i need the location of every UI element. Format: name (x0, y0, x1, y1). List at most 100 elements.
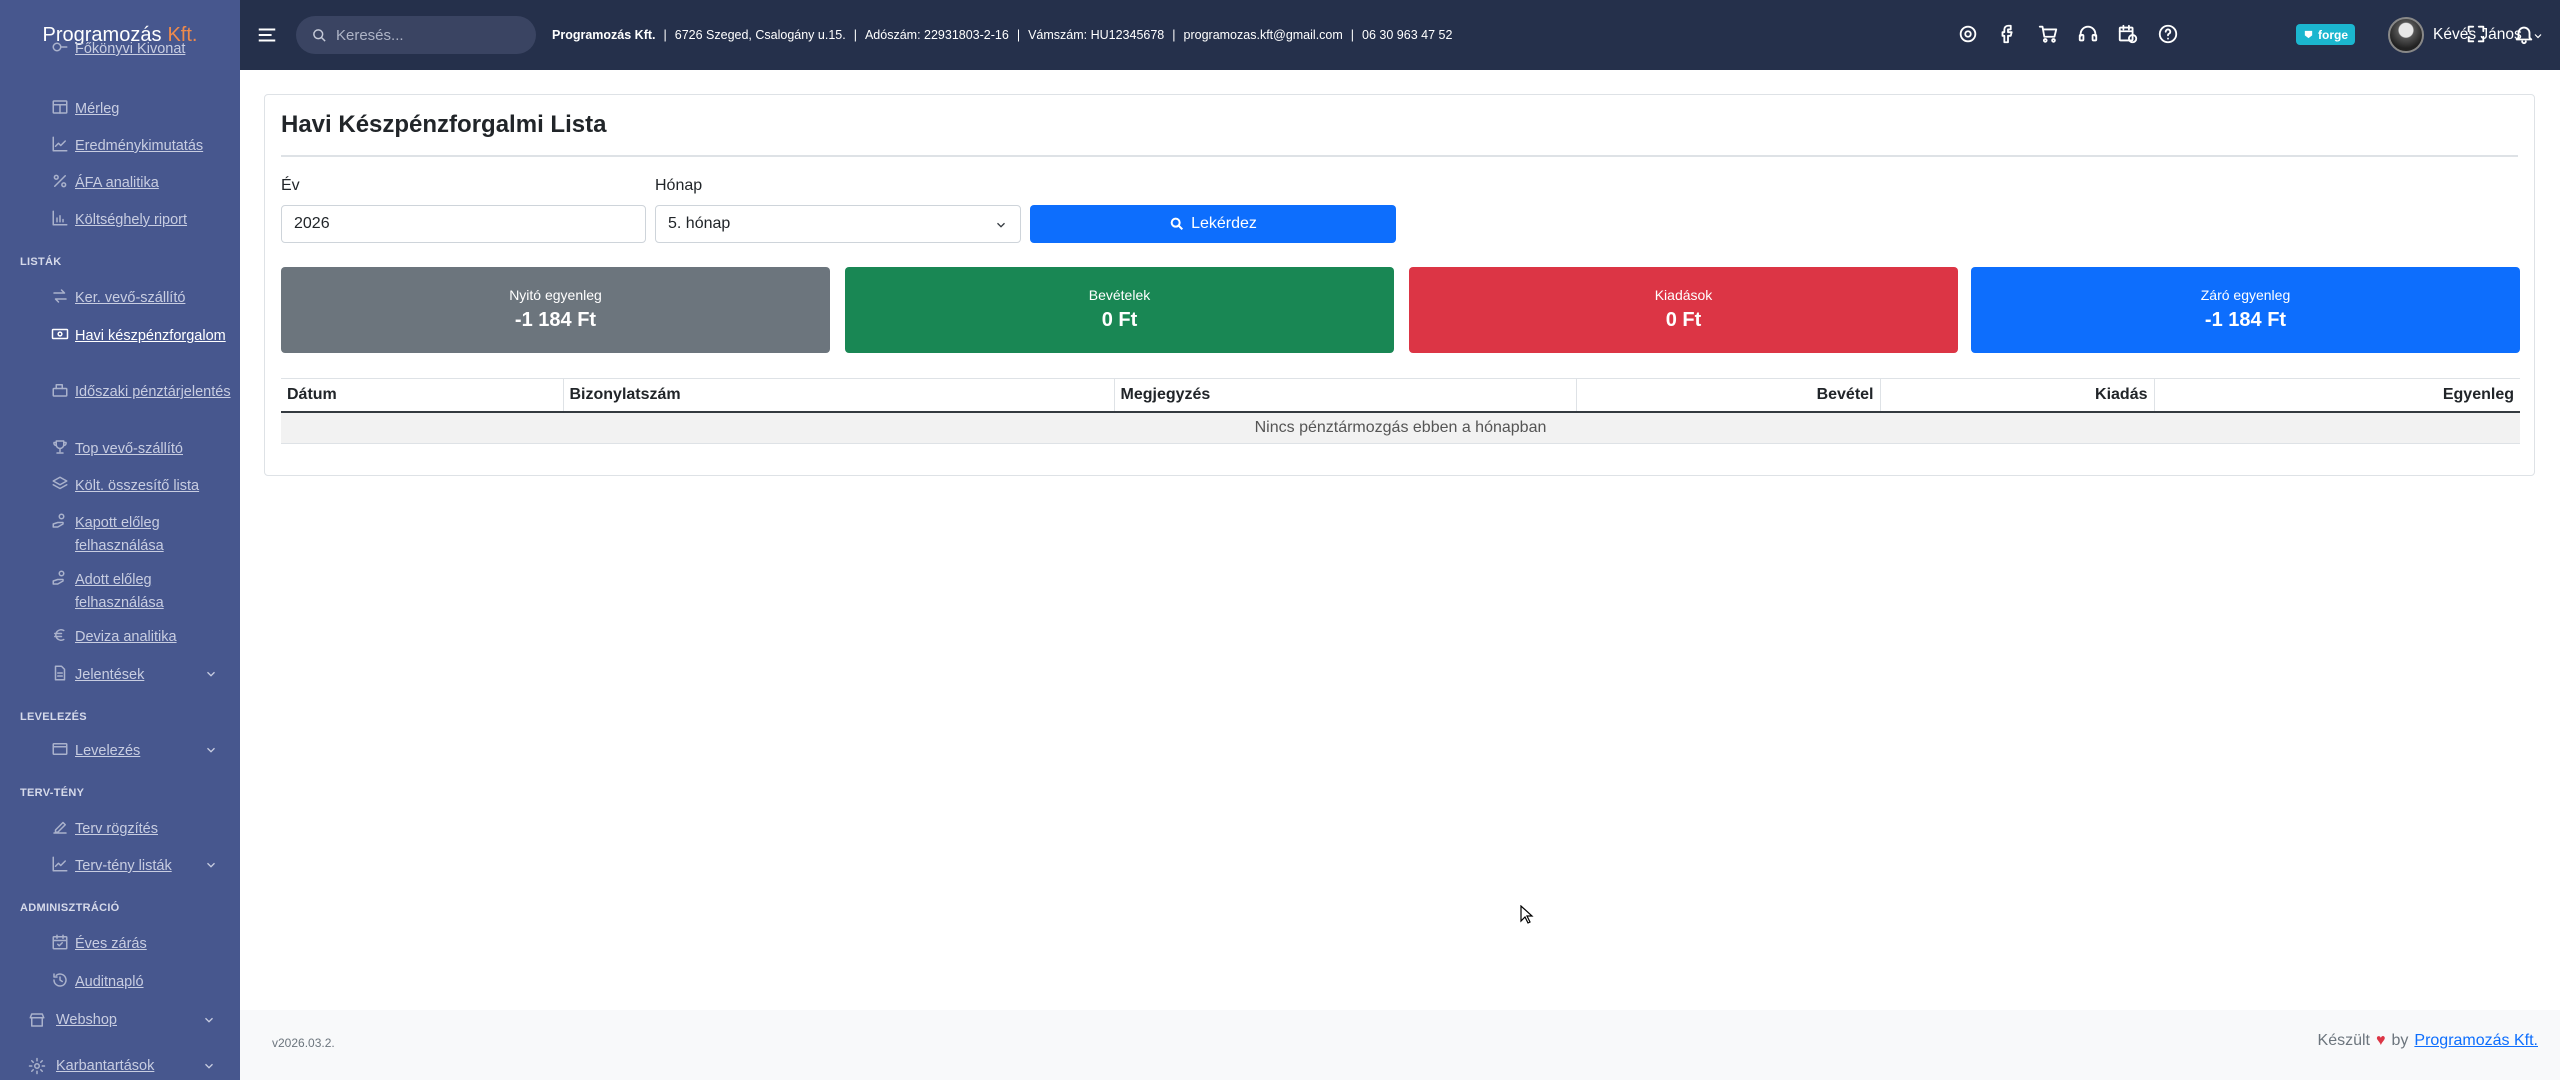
percent-icon (49, 172, 71, 190)
chevron-down-icon (202, 1059, 216, 1073)
sidebar-item-eves-zaras[interactable]: Éves zárás (50, 933, 235, 956)
topbar: Programozás Kft. | 6726 Szeged, Csalogán… (240, 0, 2560, 70)
year-input[interactable]: 2026 (281, 205, 646, 243)
user-menu[interactable]: Kévés János (2388, 17, 2544, 53)
company-address: 6726 Szeged, Csalogány u.15. (674, 28, 846, 42)
chevron-down-icon (204, 667, 218, 681)
empty-table-message: Nincs pénztármozgás ebben a hónapban (281, 411, 2520, 444)
company-tax-number: Adószám: 22931803-2-16 (864, 28, 1009, 42)
stat-title: Kiadások (1654, 287, 1713, 303)
sidebar-item-webshop[interactable]: Webshop (26, 1011, 213, 1029)
sidebar-item-kapott-eloleg[interactable]: Kapott előleg felhasználása (50, 512, 235, 558)
column-header-date[interactable]: Dátum (281, 378, 564, 413)
calendar-clock-icon[interactable] (2116, 22, 2140, 46)
search-box[interactable] (296, 16, 536, 54)
table-header-row: Dátum Bizonylatszám Megjegyzés Bevétel K… (281, 378, 2520, 413)
help-icon[interactable] (2156, 22, 2180, 46)
column-header-note[interactable]: Megjegyzés (1114, 378, 1577, 413)
chart-line-icon (49, 135, 71, 153)
company-phone: 06 30 963 47 52 (1362, 28, 1453, 42)
sidebar-item-afa-analitika[interactable]: ÁFA analitika (50, 172, 235, 195)
ledger-icon (49, 38, 71, 56)
money-icon (49, 325, 71, 343)
sidebar-item-label: Főkönyvi Kivonat (75, 41, 186, 57)
sidebar-item-levelezes[interactable]: Levelezés (50, 740, 235, 763)
sidebar-item-label: Eredménykimutatás (75, 138, 204, 154)
gear-icon (26, 1057, 48, 1075)
store-icon (26, 1011, 48, 1029)
sidebar-item-label: Deviza analitika (75, 629, 177, 645)
history-icon (49, 971, 71, 989)
sidebar-item-label: Mérleg (75, 101, 120, 117)
table-icon (49, 98, 71, 116)
sidebar-item-label: Havi készpénzforgalom (75, 328, 226, 344)
heart-icon: ♥ (2375, 1032, 2386, 1049)
stat-value: 0 Ft (1665, 309, 1702, 331)
avatar (2388, 17, 2424, 53)
menu-toggle-icon[interactable] (256, 24, 278, 46)
sidebar-item-merleg[interactable]: Mérleg (50, 98, 235, 121)
sidebar-item-deviza-analitika[interactable]: Deviza analitika (50, 626, 235, 649)
page-title: Havi Készpénzforgalmi Lista (281, 111, 607, 138)
column-header-document[interactable]: Bizonylatszám (563, 378, 1115, 413)
sidebar-item-idoszaki-penztarjelentes[interactable]: Időszaki pénztárjelentés (50, 381, 235, 404)
column-header-expense[interactable]: Kiadás (1880, 378, 2155, 413)
sidebar-item-eredmenykimutatas[interactable]: Eredménykimutatás (50, 135, 235, 158)
sidebar-item-label: ÁFA analitika (75, 175, 159, 191)
forge-badge[interactable]: forge (2296, 24, 2355, 45)
cash-register-icon (49, 381, 71, 399)
support-icon[interactable] (2076, 22, 2100, 46)
year-label: Év (281, 177, 300, 194)
trophy-icon (49, 438, 71, 456)
chevron-down-icon (202, 1013, 216, 1027)
facebook-icon[interactable] (1996, 22, 2020, 46)
sidebar-item-jelentesek[interactable]: Jelentések (50, 664, 235, 687)
column-header-income[interactable]: Bevétel (1576, 378, 1881, 413)
search-icon (313, 28, 326, 42)
calendar-check-icon (49, 933, 71, 951)
search-icon (1170, 217, 1184, 231)
settings-icon[interactable] (1956, 22, 1980, 46)
sidebar-item-fokonyvi-kivonat[interactable]: Főkönyvi Kivonat (50, 38, 235, 61)
sidebar-item-ker-vevo-szallito[interactable]: Ker. vevő-szállító (50, 287, 235, 310)
exchange-icon (49, 287, 71, 305)
sidebar-item-kolt-osszesito-lista[interactable]: Költ. összesítő lista (50, 475, 235, 498)
cart-icon[interactable] (2036, 22, 2060, 46)
sidebar-item-adott-eloleg[interactable]: Adott előleg felhasználása (50, 569, 235, 615)
divider (281, 155, 2518, 157)
app-version: v2026.03.2. (272, 1036, 335, 1050)
stat-opening-balance: Nyitó egyenleg -1 184 Ft (281, 267, 830, 353)
sidebar-item-auditnaplo[interactable]: Auditnapló (50, 971, 235, 994)
sidebar-item-terv-rogzites[interactable]: Terv rögzítés (50, 818, 235, 841)
chart-line-icon (49, 855, 71, 873)
company-name: Programozás Kft. (552, 28, 656, 42)
user-name: Kévés János (2433, 26, 2522, 43)
credit-by: by (2391, 1032, 2409, 1049)
sidebar-item-havi-keszpenzforgalom[interactable]: Havi készpénzforgalom (50, 325, 235, 348)
envelope-icon (49, 740, 71, 758)
stat-expenses: Kiadások 0 Ft (1409, 267, 1958, 353)
sidebar-heading-lists: LISTÁK (20, 256, 62, 268)
stat-title: Bevételek (1088, 287, 1151, 303)
month-value: 5. hónap (668, 215, 731, 232)
sidebar-item-karbantartasok[interactable]: Karbantartások (26, 1057, 213, 1075)
sidebar-item-top-vevo-szallito[interactable]: Top vevő-szállító (50, 438, 235, 461)
sidebar-item-label: Top vevő-szállító (75, 441, 183, 457)
forge-badge-label: forge (2318, 27, 2348, 42)
month-select[interactable]: 5. hónap (655, 205, 1021, 243)
sidebar-item-terv-teny-listak[interactable]: Terv-tény listák (50, 855, 235, 878)
search-input[interactable] (336, 26, 516, 44)
stat-value: -1 184 Ft (2204, 309, 2287, 331)
sidebar-heading-admin: ADMINISZTRÁCIÓ (20, 902, 120, 914)
credit-link[interactable]: Programozás Kft. (2414, 1032, 2538, 1050)
euro-icon (49, 626, 71, 644)
sidebar-item-label: Webshop (56, 1012, 117, 1028)
stat-closing-balance: Záró egyenleg -1 184 Ft (1971, 267, 2520, 353)
sidebar-item-label: Karbantartások (56, 1058, 155, 1074)
chevron-down-icon (2532, 29, 2544, 41)
sidebar-item-koltseghely-riport[interactable]: Költséghely riport (50, 209, 235, 232)
column-header-balance[interactable]: Egyenleg (2154, 378, 2520, 413)
table-row: Nincs pénztármozgás ebben a hónapban (281, 411, 2520, 444)
query-button[interactable]: Lekérdez (1030, 205, 1396, 243)
company-email: programozas.kft@gmail.com (1183, 28, 1343, 42)
